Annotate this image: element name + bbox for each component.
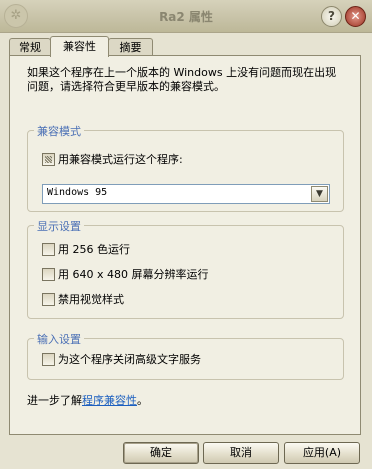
learn-more-suffix: 。 <box>137 394 148 407</box>
tab-general[interactable]: 常规 <box>9 38 51 56</box>
help-button[interactable]: ? <box>321 6 342 27</box>
ok-button[interactable]: 确定 <box>123 442 199 464</box>
compat-mode-checkbox-box[interactable] <box>42 153 55 166</box>
learn-more-prefix: 进一步了解 <box>27 394 82 407</box>
display-settings-title: 显示设置 <box>34 218 84 234</box>
properties-window: ✲ Ra2 属性 ? ✕ 常规 兼容性 摘要 如果这个程序在上一个版本的 Win… <box>0 0 372 469</box>
tab-summary[interactable]: 摘要 <box>108 38 153 56</box>
run-640x480-label: 用 640 x 480 屏幕分辨率运行 <box>58 268 209 281</box>
os-version-value: Windows 95 <box>47 187 108 198</box>
compat-description: 如果这个程序在上一个版本的 Windows 上没有问题而现在出现问题，请选择符合… <box>27 66 337 93</box>
disable-text-services-checkbox[interactable] <box>42 353 55 366</box>
close-button[interactable]: ✕ <box>345 6 366 27</box>
input-settings-group: 输入设置 为这个程序关闭高级文字服务 <box>27 331 344 380</box>
chevron-down-icon[interactable]: ▼ <box>311 186 328 202</box>
apply-button[interactable]: 应用(A) <box>284 442 360 464</box>
window-title: Ra2 属性 <box>159 10 213 24</box>
disable-text-services-label: 为这个程序关闭高级文字服务 <box>58 353 201 366</box>
compat-mode-title: 兼容模式 <box>34 123 84 139</box>
title-bar[interactable]: ✲ Ra2 属性 ? ✕ <box>0 0 372 33</box>
tab-compatibility[interactable]: 兼容性 <box>50 36 109 57</box>
compatibility-panel: 如果这个程序在上一个版本的 Windows 上没有问题而现在出现问题，请选择符合… <box>9 55 361 435</box>
learn-more-text: 进一步了解程序兼容性。 <box>27 392 148 408</box>
disable-visual-themes-label: 禁用视觉样式 <box>58 293 124 306</box>
disable-visual-themes-checkbox[interactable] <box>42 293 55 306</box>
display-settings-group: 显示设置 用 256 色运行 用 640 x 480 屏幕分辨率运行 禁用视觉样… <box>27 218 344 319</box>
os-version-select[interactable]: Windows 95 ▼ <box>42 184 330 204</box>
compat-mode-checkbox-label: 用兼容模式运行这个程序: <box>58 153 183 166</box>
run-256-colors-checkbox[interactable] <box>42 243 55 256</box>
cancel-button[interactable]: 取消 <box>203 442 279 464</box>
run-640x480-checkbox[interactable] <box>42 268 55 281</box>
program-compatibility-link[interactable]: 程序兼容性 <box>82 394 137 407</box>
run-256-colors-label: 用 256 色运行 <box>58 243 130 256</box>
compat-mode-group: 兼容模式 用兼容模式运行这个程序: Windows 95 ▼ <box>27 123 344 212</box>
input-settings-title: 输入设置 <box>34 331 84 347</box>
